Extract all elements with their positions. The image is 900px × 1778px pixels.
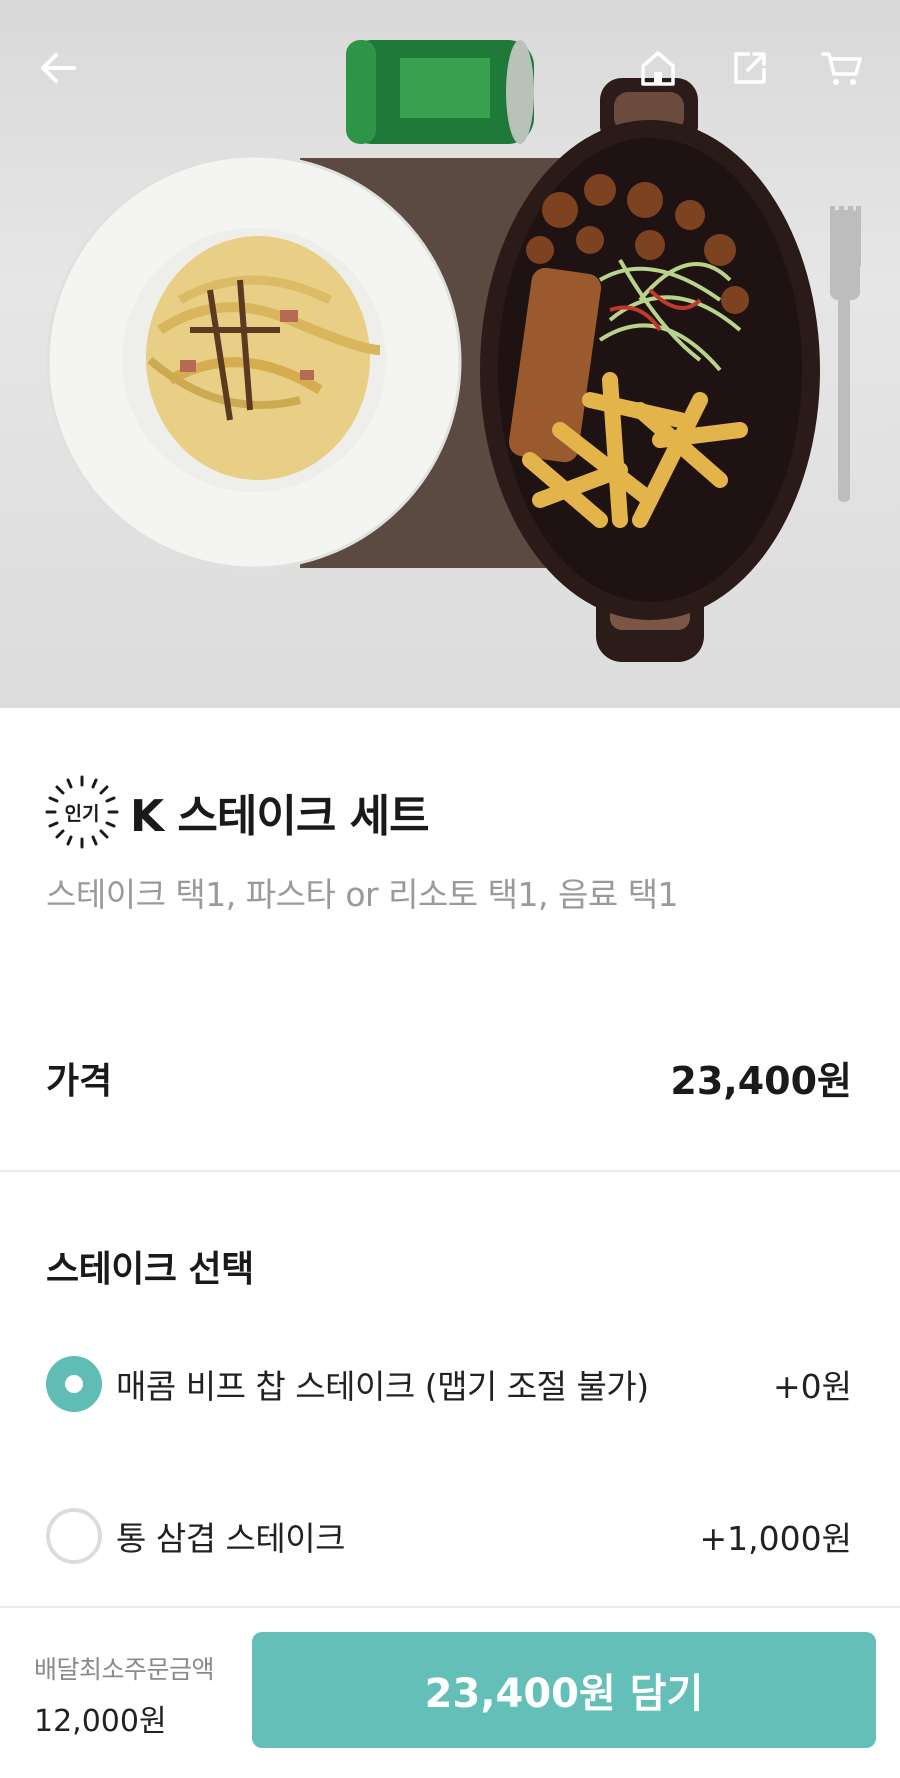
home-icon [641,51,675,86]
food-photo [46,40,861,662]
cart-button[interactable] [810,36,874,100]
soda-can [346,40,534,144]
cart-icon [821,52,862,85]
home-button[interactable] [626,36,690,100]
popular-badge: 인기 [44,774,120,850]
add-to-cart-button[interactable]: 23,400원 담기 [252,1632,876,1748]
bottom-order-bar: 배달최소주문금액 12,000원 23,400원 담기 [0,1606,900,1778]
menu-title-row: 인기 K 스테이크 세트 [44,774,430,850]
back-button[interactable] [26,36,90,100]
arrow-left-icon [41,53,76,83]
pasta-plate [46,154,462,570]
steak-option-spicy-beef-chop[interactable]: 매콤 비프 찹 스테이크 (맵기 조절 불가) +0원 [46,1356,852,1412]
steak-section-title: 스테이크 선택 [46,1249,254,1290]
menu-title: K 스테이크 세트 [130,791,430,842]
menu-hero-image [0,0,900,708]
radio-selected[interactable] [46,1356,102,1412]
option-price: +0원 [772,1367,852,1406]
min-order-value: 12,000원 [34,1704,167,1739]
share-icon [734,52,766,84]
price-label: 가격 [46,1060,113,1102]
badge-label: 인기 [64,802,100,825]
price-row: 가격 23,400원 [46,1050,852,1105]
option-price: +1,000원 [699,1519,852,1558]
share-button[interactable] [718,36,782,100]
radio-unselected[interactable] [46,1508,102,1564]
steak-option-pork-belly[interactable]: 통 삼겹 스테이크 +1,000원 [46,1508,852,1564]
section-divider [0,1170,900,1172]
option-label: 통 삼겹 스테이크 [116,1519,346,1558]
price-value: 23,400원 [670,1059,852,1103]
fork [830,206,861,502]
option-label: 매콤 비프 찹 스테이크 (맵기 조절 불가) [116,1367,649,1406]
menu-description: 스테이크 택1, 파스타 or 리소토 택1, 음료 택1 [46,875,679,914]
min-order-label: 배달최소주문금액 [34,1655,215,1684]
